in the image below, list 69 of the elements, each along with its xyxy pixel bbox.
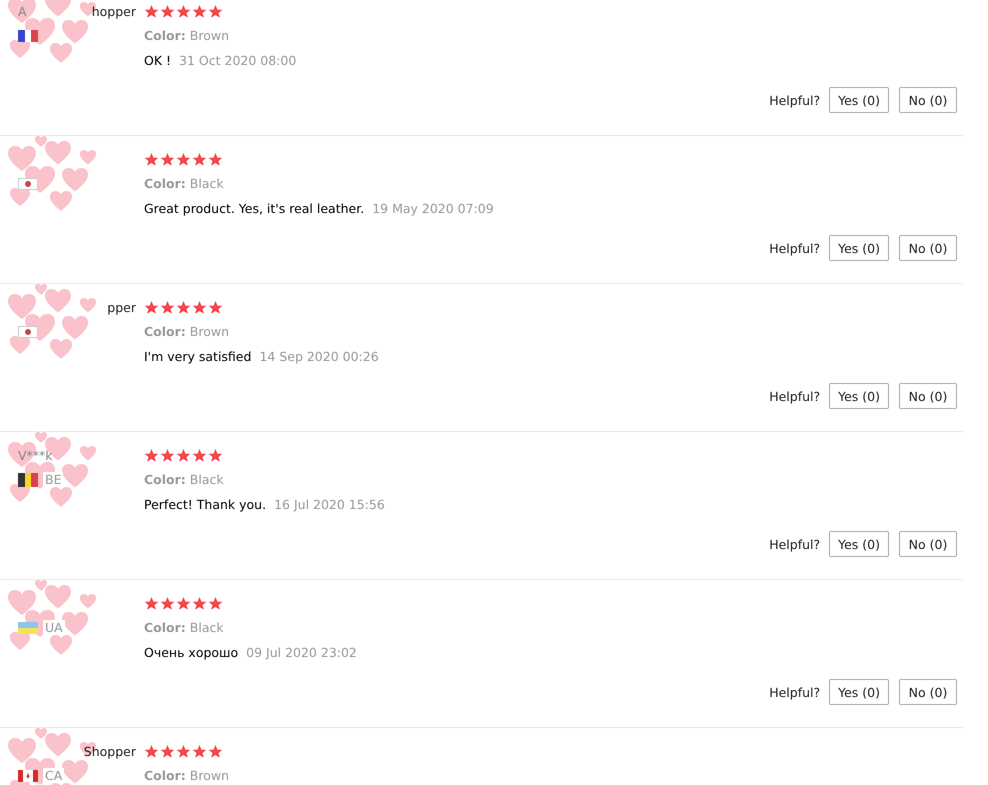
color-attribute: Color: Brown: [144, 28, 230, 43]
star-icon: [192, 744, 207, 759]
helpful-label: Helpful?: [769, 388, 820, 404]
yes-button[interactable]: Yes (0): [829, 679, 889, 705]
yes-button[interactable]: Yes (0): [829, 531, 889, 557]
country-code: CA: [43, 768, 64, 783]
review-text: OK !: [144, 53, 172, 68]
no-button[interactable]: No (0): [899, 383, 957, 409]
country-code: UA: [43, 620, 65, 635]
color-attribute: Color: Brown: [144, 768, 230, 783]
review-date: 31 Oct 2020 08:00: [179, 53, 296, 68]
star-icon: [208, 744, 223, 759]
star-icon: [144, 596, 159, 611]
star-icon: [208, 4, 223, 19]
no-button[interactable]: No (0): [899, 87, 957, 113]
review-date: 19 May 2020 07:09: [372, 201, 494, 216]
star-icon: [192, 300, 207, 315]
star-icon: [176, 596, 191, 611]
review-date: 16 Jul 2020 15:56: [274, 497, 385, 512]
helpful-label: Helpful?: [769, 240, 820, 256]
star-icon: [176, 152, 191, 167]
star-icon: [144, 300, 159, 315]
star-icon: [160, 744, 175, 759]
star-icon: [208, 448, 223, 463]
star-icon: [192, 152, 207, 167]
star-icon: [208, 152, 223, 167]
yes-button[interactable]: Yes (0): [829, 87, 889, 113]
helpful-label: Helpful?: [769, 684, 820, 700]
star-icon: [160, 152, 175, 167]
star-icon: [176, 448, 191, 463]
reviewer-name: V***k: [18, 448, 53, 463]
star-icon: [192, 4, 207, 19]
star-icon: [192, 448, 207, 463]
review-text: Perfect! Thank you.: [144, 497, 266, 512]
star-icon: [160, 596, 175, 611]
helpful-label: Helpful?: [769, 536, 820, 552]
star-icon: [176, 4, 191, 19]
reviewer-name: pper: [107, 300, 136, 315]
review-date: 09 Jul 2020 23:02: [246, 645, 357, 660]
star-icon: [144, 744, 159, 759]
no-button[interactable]: No (0): [899, 531, 957, 557]
color-attribute: Color: Black: [144, 176, 224, 191]
yes-button[interactable]: Yes (0): [829, 235, 889, 261]
star-icon: [176, 300, 191, 315]
reviewer-name: Shopper: [84, 744, 136, 759]
review-text: I'm very satisfied: [144, 349, 252, 364]
star-icon: [144, 152, 159, 167]
star-icon: [208, 596, 223, 611]
country-code: BE: [43, 472, 64, 487]
star-icon: [208, 300, 223, 315]
star-icon: [192, 596, 207, 611]
review-text: Great product. Yes, it's real leather.: [144, 201, 364, 216]
review-date: 14 Sep 2020 00:26: [259, 349, 379, 364]
no-button[interactable]: No (0): [899, 679, 957, 705]
reviewer-name: A: [18, 4, 27, 19]
yes-button[interactable]: Yes (0): [829, 383, 889, 409]
star-icon: [144, 448, 159, 463]
no-button[interactable]: No (0): [899, 235, 957, 261]
star-icon: [160, 4, 175, 19]
star-icon: [176, 744, 191, 759]
reviewer-name: hopper: [92, 4, 136, 19]
color-attribute: Color: Black: [144, 620, 224, 635]
review-text: Очень хорошо: [144, 645, 238, 660]
star-icon: [144, 4, 159, 19]
star-icon: [160, 300, 175, 315]
helpful-label: Helpful?: [769, 92, 820, 108]
star-icon: [160, 448, 175, 463]
color-attribute: Color: Brown: [144, 324, 230, 339]
color-attribute: Color: Black: [144, 472, 224, 487]
